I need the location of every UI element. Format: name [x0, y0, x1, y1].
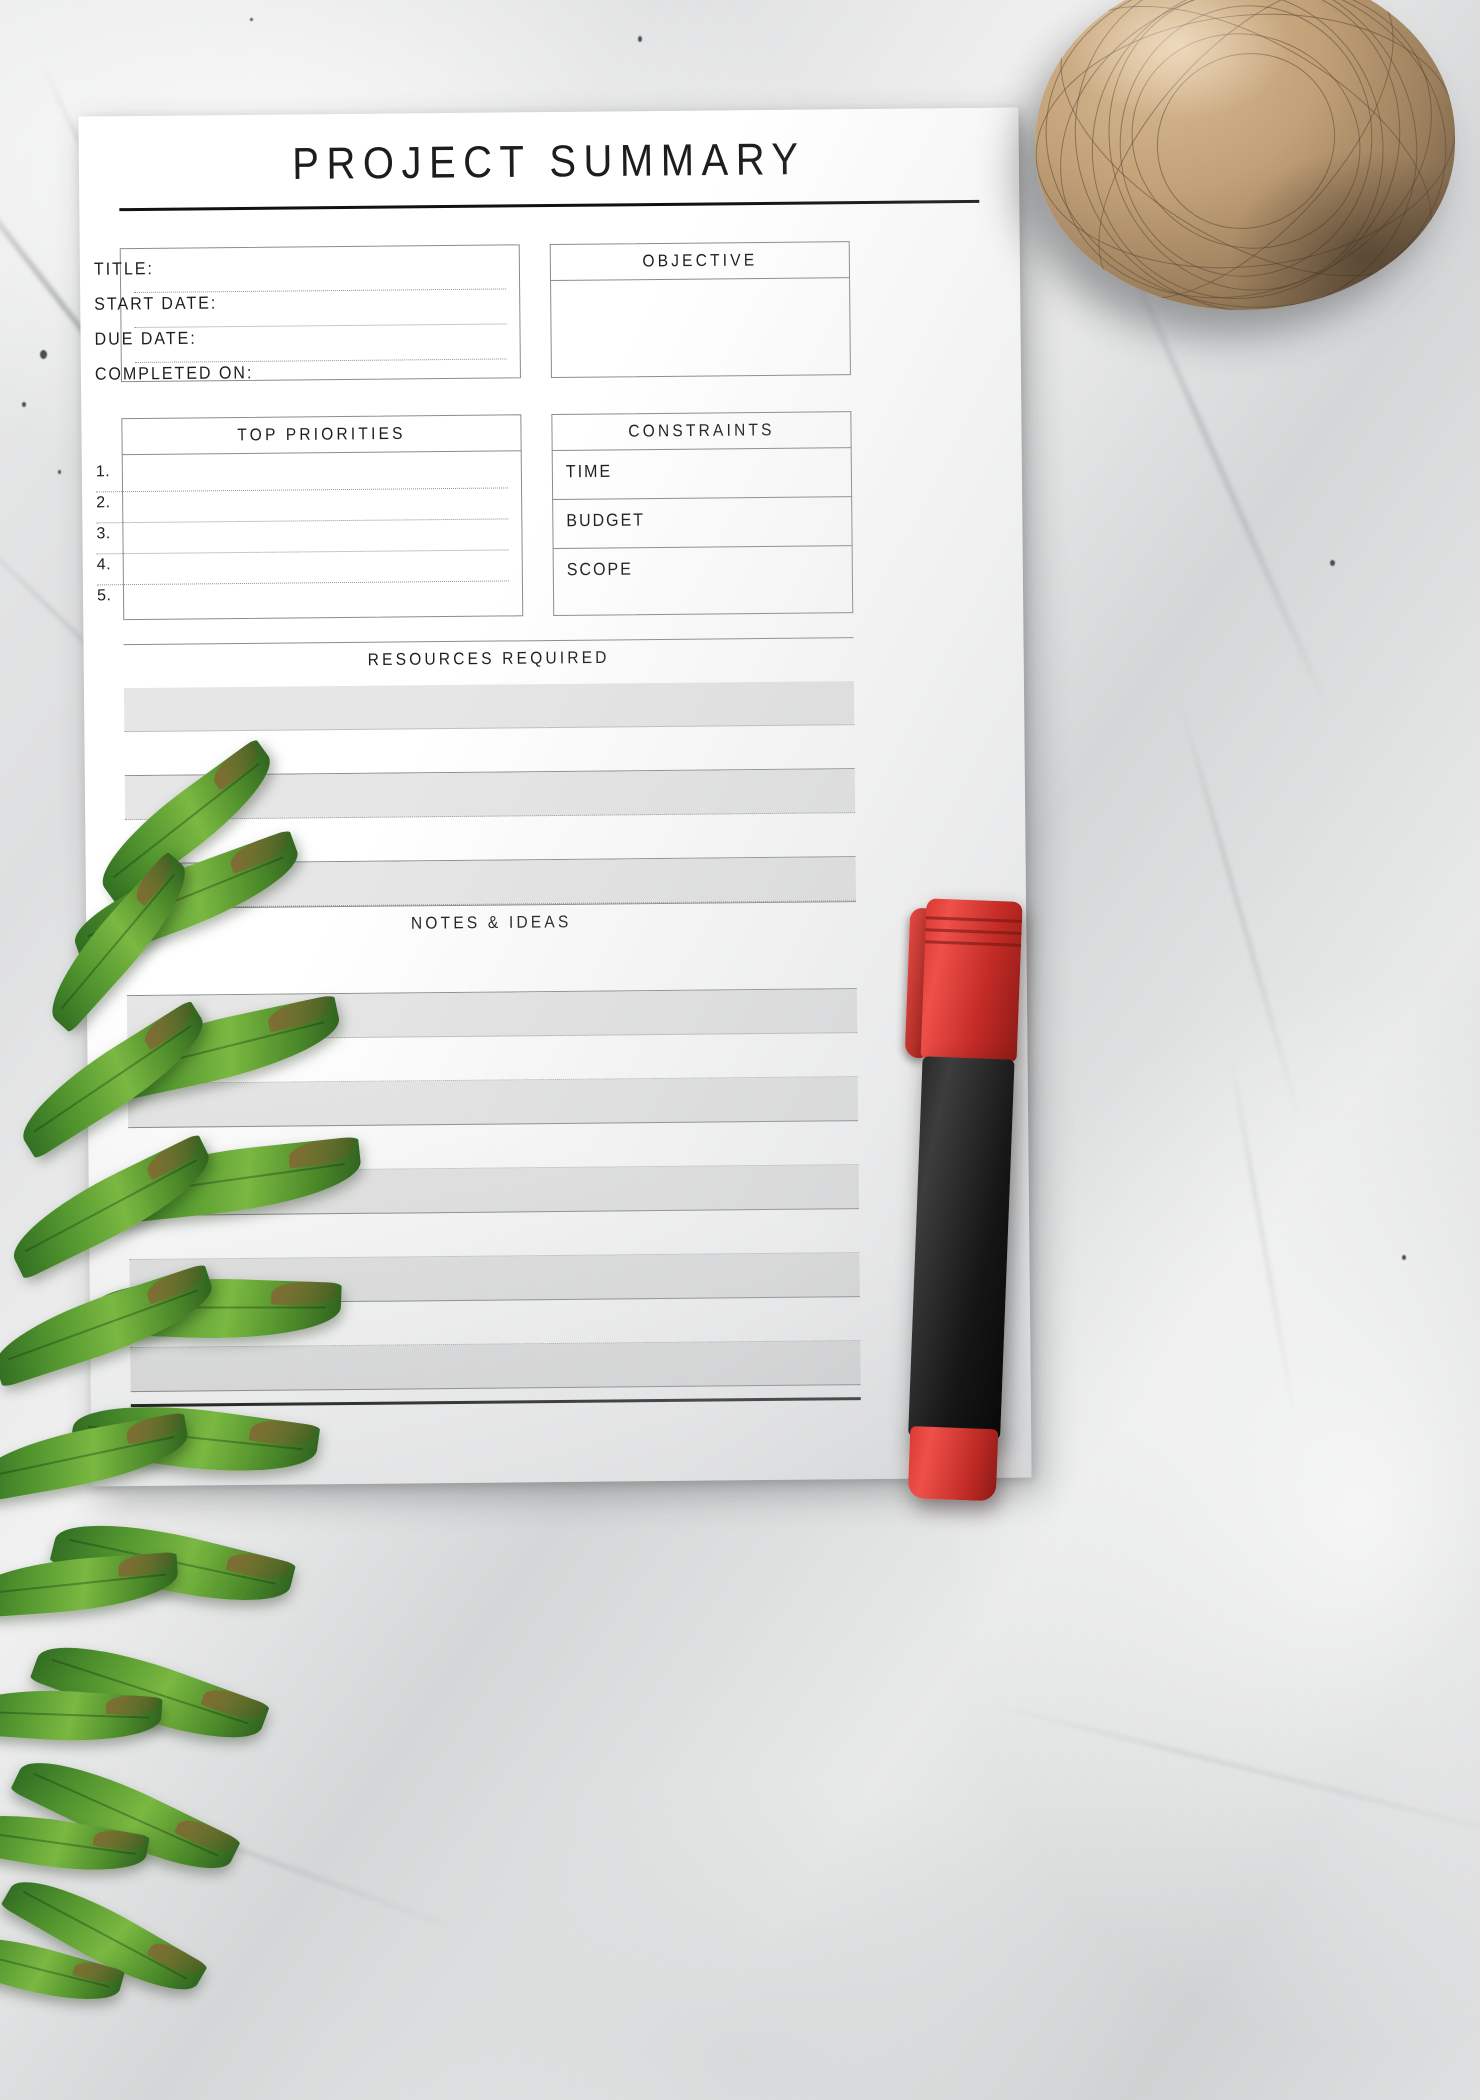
top-priorities-heading: TOP PRIORITIES — [237, 424, 406, 445]
constraint-label-budget: BUDGET — [566, 511, 646, 531]
objective-heading: OBJECTIVE — [642, 251, 758, 271]
resources-line-1[interactable] — [123, 681, 855, 733]
plant-decoration — [0, 738, 380, 2100]
pen-tail — [907, 1426, 999, 1502]
twine-ball-decoration — [1035, 0, 1455, 310]
priority-number-5: 5. — [96, 587, 112, 605]
pen-cap-rings — [925, 916, 1022, 956]
photo-scene: PROJECT SUMMARY TITLE: START DATE: DUE D… — [0, 0, 1480, 2100]
field-label-title: TITLE: — [93, 259, 155, 280]
priority-number-4: 4. — [96, 556, 112, 574]
constraints-heading: CONSTRAINTS — [628, 420, 775, 442]
constraint-label-scope: SCOPE — [566, 560, 633, 580]
priority-number-3: 3. — [96, 525, 111, 543]
resources-required-heading: RESOURCES REQUIRED — [367, 648, 610, 670]
priority-number-1: 1. — [95, 463, 111, 481]
resources-heading-top-rule — [123, 637, 854, 646]
objective-writing-area[interactable] — [552, 279, 849, 376]
constraint-label-time: TIME — [565, 462, 613, 482]
page-title: PROJECT SUMMARY — [292, 134, 806, 190]
field-label-start-date: START DATE: — [94, 294, 218, 315]
pen-barrel — [908, 1056, 1015, 1440]
priority-number-2: 2. — [96, 494, 111, 512]
red-marker-pen-decoration — [893, 898, 1036, 1512]
field-label-completed-on: COMPLETED ON: — [94, 363, 254, 385]
title-divider — [119, 199, 980, 212]
field-label-due-date: DUE DATE: — [94, 329, 197, 350]
